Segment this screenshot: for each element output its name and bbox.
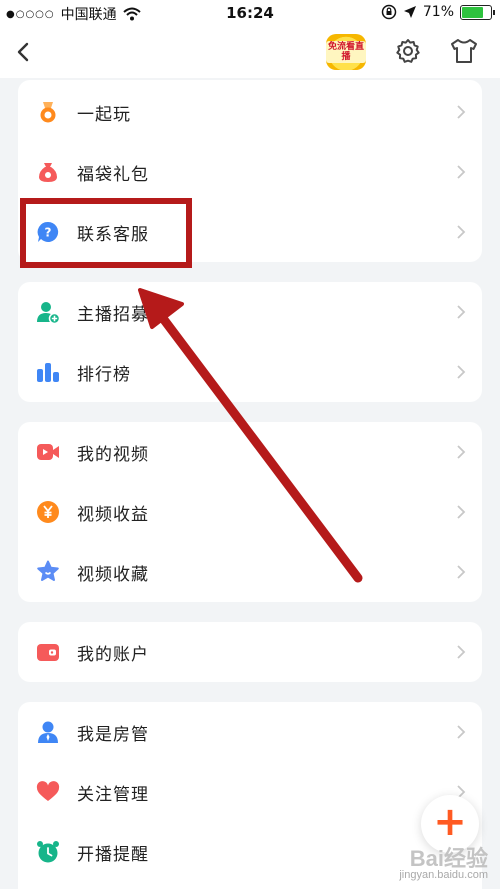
chevron-right-icon: [457, 725, 466, 739]
annotation-highlight-box: [20, 198, 192, 268]
menu-card-3: 我的视频 视频收益 视频收藏: [18, 422, 482, 602]
plus-icon: +: [433, 799, 467, 845]
menu-item-label: 视频收益: [77, 504, 149, 525]
wallet-icon: [37, 644, 59, 661]
menu-item-my-account[interactable]: 我的账户: [18, 622, 482, 682]
video-icon: [37, 444, 59, 460]
alarm-clock-icon: [37, 841, 59, 863]
back-arrow-icon[interactable]: [12, 38, 36, 66]
menu-item-my-videos[interactable]: 我的视频: [18, 422, 482, 482]
add-user-icon: [37, 302, 60, 324]
watermark-brand: Bai: [409, 846, 444, 871]
chevron-right-icon: [457, 505, 466, 519]
menu-item-lucky-bag[interactable]: 福袋礼包: [18, 142, 482, 202]
tshirt-skin-icon[interactable]: [448, 37, 480, 65]
chevron-right-icon: [457, 225, 466, 239]
menu-item-label: 我是房管: [77, 724, 149, 745]
chevron-right-icon: [457, 365, 466, 379]
star-favorite-icon: [37, 560, 59, 581]
status-bar: ●○○○○ 中国联通 16:24 71%: [0, 0, 500, 26]
bar-chart-icon: [37, 363, 59, 382]
watermark-brand-cn: 经验: [443, 846, 488, 871]
menu-item-label: 主播招募: [77, 304, 149, 325]
menu-item-room-admin[interactable]: 我是房管: [18, 702, 482, 762]
rotation-lock-icon: [381, 4, 397, 20]
menu-item-label: 视频收藏: [77, 564, 149, 585]
chevron-right-icon: [457, 105, 466, 119]
menu-item-streamer-recruit[interactable]: 主播招募: [18, 282, 482, 342]
menu-item-label: 开播提醒: [77, 844, 149, 865]
chevron-right-icon: [457, 645, 466, 659]
menu-item-label: 福袋礼包: [77, 164, 149, 185]
menu-item-leaderboard[interactable]: 排行榜: [18, 342, 482, 402]
menu-item-follow-management[interactable]: 关注管理: [18, 762, 482, 822]
medal-icon: [40, 102, 56, 123]
menu-item-label: 排行榜: [77, 364, 131, 385]
menu-card-2: 主播招募 排行榜: [18, 282, 482, 402]
chevron-right-icon: [457, 565, 466, 579]
chevron-right-icon: [457, 305, 466, 319]
gear-icon[interactable]: [394, 37, 422, 65]
room-admin-icon: [38, 721, 58, 743]
location-arrow-icon: [403, 6, 416, 18]
menu-item-video-favorites[interactable]: 视频收藏: [18, 542, 482, 602]
yuan-coin-icon: [37, 501, 59, 523]
chevron-right-icon: [457, 445, 466, 459]
add-floating-button[interactable]: +: [421, 795, 479, 853]
heart-icon: [36, 781, 60, 801]
badge-text: 免流看直播: [326, 41, 366, 63]
menu-item-video-earnings[interactable]: 视频收益: [18, 482, 482, 542]
menu-card-4: 我的账户: [18, 622, 482, 682]
battery-icon: [460, 4, 495, 20]
baidu-jingyan-watermark: Bai经验 jingyan.baidu.com: [399, 848, 488, 882]
battery-percent: 71%: [422, 4, 454, 20]
menu-item-label: 一起玩: [77, 104, 131, 125]
menu-item-label: 关注管理: [77, 784, 149, 805]
menu-item-play-together[interactable]: 一起玩: [18, 82, 482, 142]
watermark-url: jingyan.baidu.com: [399, 869, 488, 881]
menu-item-label: 我的视频: [77, 444, 149, 465]
menu-item-label: 我的账户: [77, 644, 149, 665]
nav-bar: 免流看直播: [0, 26, 500, 78]
lucky-bag-icon: [39, 163, 57, 182]
free-data-live-badge[interactable]: 免流看直播: [326, 34, 366, 70]
chevron-right-icon: [457, 165, 466, 179]
